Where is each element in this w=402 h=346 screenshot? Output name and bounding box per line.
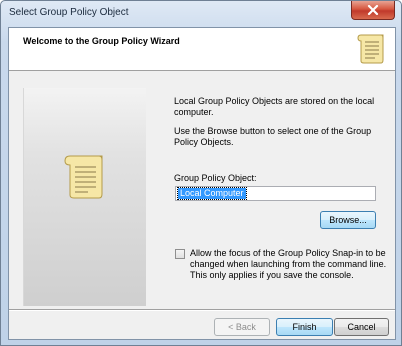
gpo-label: Group Policy Object: (174, 173, 257, 183)
back-button[interactable]: < Back (214, 318, 270, 336)
wizard-side-panel (23, 88, 146, 306)
scroll-icon (357, 34, 384, 64)
wizard-description: Local Group Policy Objects are stored on… (174, 96, 386, 156)
dialog-client-area: Welcome to the Group Policy Wizard Local… (8, 27, 396, 340)
close-icon (367, 5, 379, 15)
intro-text-1: Local Group Policy Objects are stored on… (174, 96, 375, 117)
window-title: Select Group Policy Object (9, 7, 129, 18)
scroll-icon (64, 155, 103, 199)
close-button[interactable] (351, 1, 395, 20)
dialog-window: Select Group Policy Object Welcome to th… (0, 0, 402, 346)
wizard-title: Welcome to the Group Policy Wizard (23, 36, 180, 46)
wizard-header: Welcome to the Group Policy Wizard (9, 28, 395, 71)
gpo-input[interactable]: Local Computer (175, 186, 376, 201)
cancel-button[interactable]: Cancel (334, 318, 389, 336)
allow-focus-label[interactable]: Allow the focus of the Group Policy Snap… (190, 248, 390, 281)
browse-button[interactable]: Browse... (320, 211, 376, 229)
intro-text-2: Use the Browse button to select one of t… (174, 126, 372, 147)
footer-divider (9, 309, 395, 311)
gpo-input-value[interactable]: Local Computer (177, 187, 247, 200)
title-bar[interactable]: Select Group Policy Object (1, 1, 401, 27)
allow-focus-checkbox[interactable] (175, 249, 185, 259)
finish-button[interactable]: Finish (276, 318, 333, 336)
